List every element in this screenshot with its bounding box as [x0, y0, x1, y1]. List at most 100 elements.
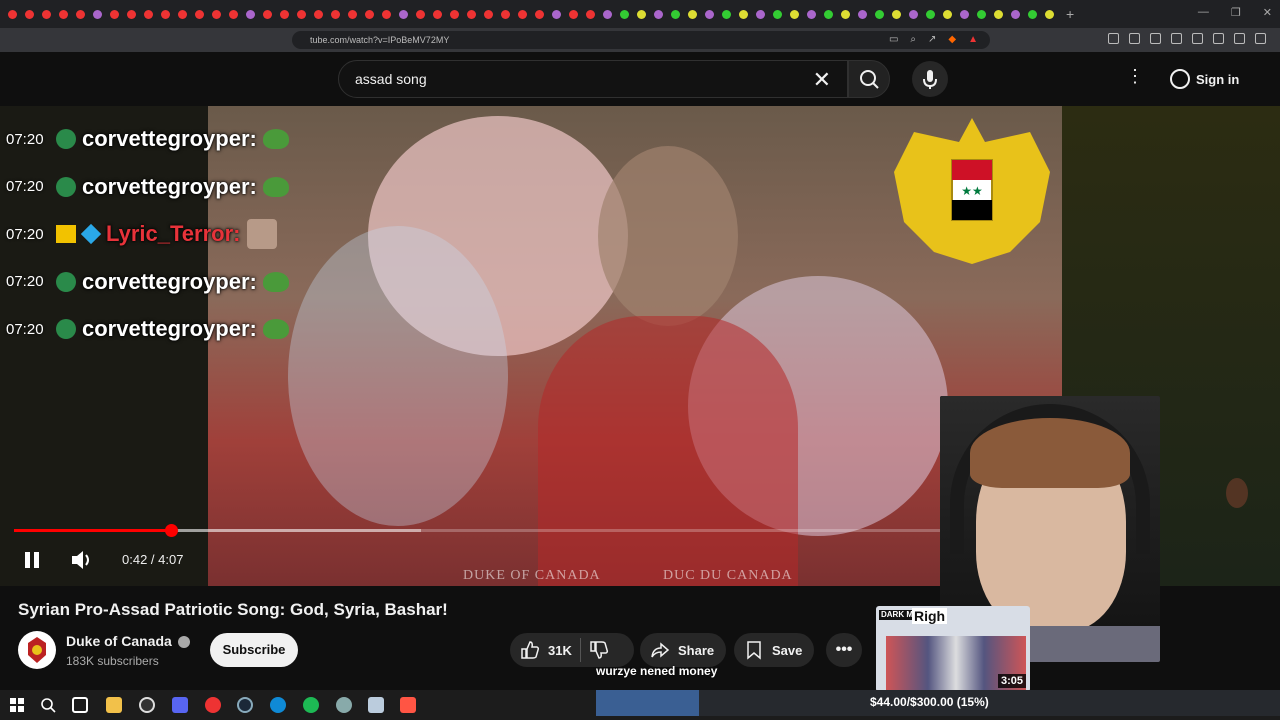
extension-icon[interactable] [1129, 33, 1140, 44]
recommended-video-thumbnail[interactable]: DARK MAGA Righ 3:05 [876, 606, 1030, 692]
browser-tab[interactable] [463, 3, 480, 25]
like-button[interactable]: 31K [510, 640, 572, 660]
edge-icon[interactable] [270, 697, 286, 713]
clear-search-icon[interactable]: ✕ [813, 67, 831, 93]
browser-tab[interactable] [582, 3, 599, 25]
search-button[interactable] [848, 60, 890, 98]
search-taskbar-icon[interactable] [40, 697, 56, 713]
browser-tab[interactable] [276, 3, 293, 25]
browser-tab[interactable] [956, 3, 973, 25]
browser-tab[interactable] [786, 3, 803, 25]
extension-icon[interactable] [1108, 33, 1119, 44]
browser-tab[interactable] [990, 3, 1007, 25]
new-tab-icon[interactable]: + [1066, 6, 1074, 22]
browser-tab[interactable] [922, 3, 939, 25]
channel-avatar[interactable] [18, 631, 56, 669]
browser-tab[interactable] [1007, 3, 1024, 25]
browser-tab[interactable] [259, 3, 276, 25]
browser-tab[interactable] [531, 3, 548, 25]
browser-tab[interactable] [480, 3, 497, 25]
browser-tab[interactable] [327, 3, 344, 25]
address-bar[interactable]: tube.com/watch?v=IPoBeMV72MY ▭ ⌕ ↗ ◆ ▲ [292, 31, 990, 49]
browser-tab[interactable] [191, 3, 208, 25]
menu-icon[interactable] [1255, 33, 1266, 44]
more-actions-button[interactable]: ••• [826, 633, 862, 667]
sidebar-icon[interactable] [1171, 33, 1182, 44]
save-button[interactable]: Save [734, 633, 814, 667]
close-window-icon[interactable]: ✕ [1263, 6, 1272, 19]
browser-tab[interactable] [854, 3, 871, 25]
share-page-icon[interactable]: ↗ [928, 31, 936, 49]
rewards-icon[interactable]: ▲ [968, 31, 978, 49]
browser-tab[interactable] [735, 3, 752, 25]
browser-tab[interactable] [140, 3, 157, 25]
sign-in-button[interactable]: Sign in [1160, 62, 1250, 96]
browser-tab[interactable] [667, 3, 684, 25]
browser-tab[interactable] [395, 3, 412, 25]
brave-shield-icon[interactable]: ◆ [948, 31, 956, 49]
file-explorer-icon[interactable] [106, 697, 122, 713]
leo-icon[interactable] [1213, 33, 1224, 44]
browser-tab[interactable] [633, 3, 650, 25]
browser-tab[interactable] [242, 3, 259, 25]
browser-tab[interactable] [905, 3, 922, 25]
steam-icon[interactable] [237, 697, 253, 713]
app-icon[interactable] [368, 697, 384, 713]
browser-tab[interactable] [599, 3, 616, 25]
browser-tab[interactable] [514, 3, 531, 25]
browser-tab[interactable] [446, 3, 463, 25]
browser-tab[interactable] [939, 3, 956, 25]
spotify-icon[interactable] [303, 697, 319, 713]
browser-tab[interactable] [1024, 3, 1041, 25]
browser-tab[interactable] [174, 3, 191, 25]
chrome-icon[interactable] [205, 697, 221, 713]
brave-icon[interactable] [400, 697, 416, 713]
browser-tab[interactable] [684, 3, 701, 25]
search-input[interactable]: assad song [355, 71, 427, 87]
browser-tab[interactable] [718, 3, 735, 25]
browser-tab[interactable] [21, 3, 38, 25]
subscribe-button[interactable]: Subscribe [210, 633, 298, 667]
more-options-icon[interactable]: ⋮ [1126, 66, 1144, 87]
browser-tab[interactable] [701, 3, 718, 25]
share-button[interactable]: Share [640, 633, 726, 667]
browser-tab[interactable] [208, 3, 225, 25]
windows-start-icon[interactable] [10, 698, 24, 712]
install-icon[interactable]: ▭ [889, 31, 898, 49]
scrubber-handle[interactable] [165, 524, 179, 537]
volume-icon[interactable] [68, 546, 96, 574]
browser-tab[interactable] [157, 3, 174, 25]
browser-tab[interactable] [973, 3, 990, 25]
browser-tab[interactable] [293, 3, 310, 25]
browser-tab[interactable] [548, 3, 565, 25]
browser-tab[interactable] [1041, 3, 1058, 25]
thumbs-down-icon[interactable] [589, 640, 609, 660]
browser-tab[interactable] [4, 3, 21, 25]
browser-tab[interactable] [803, 3, 820, 25]
progress-bar[interactable] [14, 524, 940, 537]
browser-tab[interactable] [378, 3, 395, 25]
browser-tab[interactable] [429, 3, 446, 25]
search-box[interactable]: assad song ✕ [338, 60, 848, 98]
vpn-icon[interactable] [1234, 33, 1245, 44]
minimize-icon[interactable]: — [1198, 6, 1209, 19]
browser-tab[interactable] [752, 3, 769, 25]
browser-tab[interactable] [344, 3, 361, 25]
browser-tab[interactable] [565, 3, 582, 25]
browser-tab[interactable] [412, 3, 429, 25]
media-icon[interactable] [1150, 33, 1161, 44]
obs-icon[interactable] [139, 697, 155, 713]
pause-icon[interactable] [22, 546, 42, 574]
channel-name[interactable]: Duke of Canada [66, 633, 190, 649]
browser-tab[interactable] [106, 3, 123, 25]
discord-icon[interactable] [172, 697, 188, 713]
browser-tab[interactable] [55, 3, 72, 25]
browser-tab[interactable] [72, 3, 89, 25]
browser-tab[interactable] [310, 3, 327, 25]
zoom-icon[interactable]: ⌕ [910, 31, 916, 49]
browser-tab[interactable] [820, 3, 837, 25]
browser-tab[interactable] [38, 3, 55, 25]
browser-tab[interactable] [361, 3, 378, 25]
app-icon[interactable] [336, 697, 352, 713]
browser-tab[interactable] [123, 3, 140, 25]
